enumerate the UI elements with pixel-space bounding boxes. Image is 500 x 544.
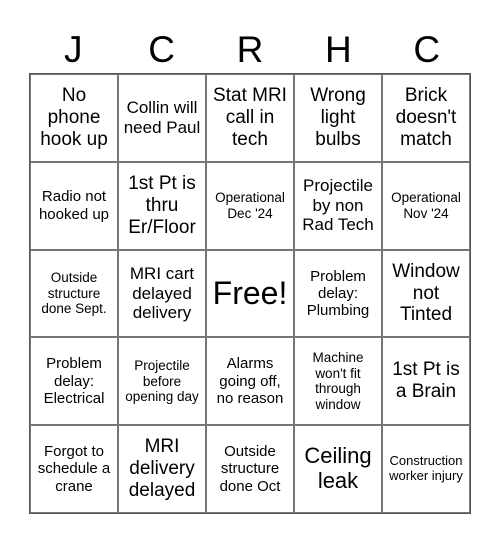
bingo-cell[interactable]: Outside structure done Sept. bbox=[30, 249, 118, 338]
bingo-cell[interactable]: Alarms going off, no reason bbox=[206, 337, 294, 426]
bingo-cell[interactable]: Operational Dec '24 bbox=[206, 161, 294, 250]
bingo-cell[interactable]: MRI delivery delayed bbox=[118, 425, 206, 513]
bingo-cell[interactable]: 1st Pt is thru Er/Floor bbox=[118, 161, 206, 250]
bingo-cell[interactable]: No phone hook up bbox=[30, 74, 118, 162]
bingo-cell[interactable]: Construction worker injury bbox=[382, 425, 470, 513]
header-letter: H bbox=[325, 29, 352, 70]
bingo-cell[interactable]: Ceiling leak bbox=[294, 425, 382, 513]
header-letter: C bbox=[148, 29, 175, 70]
header-letter: J bbox=[63, 29, 83, 70]
bingo-cell[interactable]: Brick doesn't match bbox=[382, 74, 470, 162]
bingo-cell[interactable]: Forgot to schedule a crane bbox=[30, 425, 118, 513]
bingo-cell[interactable]: Problem delay: Plumbing bbox=[294, 249, 382, 338]
bingo-cell[interactable]: Projectile before opening day bbox=[118, 337, 206, 426]
bingo-cell[interactable]: Operational Nov '24 bbox=[382, 161, 470, 250]
bingo-cell[interactable]: Wrong light bulbs bbox=[294, 74, 382, 162]
bingo-cell[interactable]: Problem delay: Electrical bbox=[30, 337, 118, 426]
bingo-cell[interactable]: Outside structure done Oct bbox=[206, 425, 294, 513]
free-space-cell[interactable]: Free! bbox=[206, 249, 294, 338]
bingo-cell[interactable]: MRI cart delayed delivery bbox=[118, 249, 206, 338]
bingo-cell[interactable]: Window not Tinted bbox=[382, 249, 470, 338]
bingo-cell[interactable]: Stat MRI call in tech bbox=[206, 74, 294, 162]
bingo-cell[interactable]: Projectile by non Rad Tech bbox=[294, 161, 382, 250]
bingo-cell[interactable]: 1st Pt is a Brain bbox=[382, 337, 470, 426]
bingo-cell[interactable]: Machine won't fit through window bbox=[294, 337, 382, 426]
bingo-cell[interactable]: Collin will need Paul bbox=[118, 74, 206, 162]
header-letter: C bbox=[413, 29, 441, 70]
bingo-header: J C R H C bbox=[29, 28, 471, 72]
bingo-card-grid: No phone hook up Collin will need Paul Sta… bbox=[29, 73, 471, 514]
bingo-cell[interactable]: Radio not hooked up bbox=[30, 161, 118, 250]
header-letter: R bbox=[236, 29, 264, 70]
